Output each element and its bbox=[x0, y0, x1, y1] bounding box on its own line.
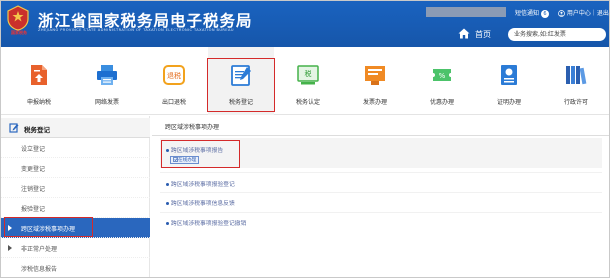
divider bbox=[160, 192, 602, 193]
tax-declaration-icon bbox=[31, 65, 47, 85]
tax-certification-icon: 税 bbox=[297, 65, 319, 85]
nav-item-online-invoice[interactable]: 网络发票 bbox=[74, 47, 140, 115]
nav-label: 证明办理 bbox=[496, 99, 521, 106]
export-rebate-icon: 退税 bbox=[163, 65, 185, 85]
sidebar-highlight-box bbox=[4, 217, 93, 237]
redacted-user-info bbox=[426, 7, 506, 17]
task-cross-region-revoke[interactable]: 跨区域涉税事项报验登记撤销 bbox=[166, 218, 246, 227]
national-emblem-icon bbox=[7, 5, 29, 31]
nav-item-certificate-handling[interactable]: 证明办理 bbox=[476, 47, 542, 115]
sidebar: 税务登记 设立登记 变更登记 注销登记 报验登记 跨区域涉税事项办理 非正常户处… bbox=[0, 116, 150, 278]
task-cross-region-feedback[interactable]: 跨区域涉税事项信息反馈 bbox=[166, 198, 235, 207]
user-center-link[interactable]: 用户中心｜退出 bbox=[558, 8, 609, 17]
sidebar-item-label: 涉税信息报告 bbox=[21, 266, 58, 273]
main-heading-bar: 跨区域涉税事项办理 bbox=[152, 118, 610, 136]
sidebar-item-label: 非正常户处理 bbox=[21, 246, 58, 253]
sidebar-header-label: 税务登记 bbox=[24, 126, 50, 134]
home-icon bbox=[458, 28, 470, 39]
nav-item-tax-declaration[interactable]: 申报纳税 bbox=[6, 47, 72, 115]
task-highlight-box bbox=[161, 140, 240, 168]
nav-label: 网络发票 bbox=[94, 99, 119, 106]
nav-label: 发票办理 bbox=[362, 99, 387, 106]
nav-label: 行政许可 bbox=[563, 99, 588, 106]
sidebar-item-label: 报验登记 bbox=[21, 206, 46, 213]
site-subtitle: ZHEJIANG PROVINCE STATE ADMINISTRATION O… bbox=[38, 28, 234, 32]
task-label: 跨区域涉税事项信息反馈 bbox=[171, 201, 235, 207]
preferential-handling-icon: % bbox=[433, 69, 451, 81]
invoice-handling-icon bbox=[365, 66, 385, 85]
user-center-label: 用户中心｜退出 bbox=[566, 10, 609, 17]
svg-text:%: % bbox=[439, 72, 446, 80]
svg-text:税: 税 bbox=[305, 69, 312, 78]
online-invoice-icon bbox=[97, 65, 117, 85]
sidebar-item-tax-info-report[interactable]: 涉税信息报告 bbox=[0, 258, 150, 278]
sms-notice-label: 短信通知 bbox=[515, 10, 540, 17]
page-title: 跨区域涉税事项办理 bbox=[165, 124, 220, 131]
sidebar-item-label: 设立登记 bbox=[21, 146, 46, 153]
nav-item-tax-certification[interactable]: 税 税务认定 bbox=[275, 47, 341, 115]
task-label: 跨区域涉税事项报验登记撤销 bbox=[171, 221, 247, 227]
bullet-icon bbox=[166, 202, 169, 205]
nav-item-preferential-handling[interactable]: % 优惠办理 bbox=[409, 47, 475, 115]
sms-notice-link[interactable]: 短信通知 6 bbox=[515, 8, 550, 18]
task-label: 跨区域涉税事项报验登记 bbox=[171, 182, 235, 188]
sidebar-item-inspection-registration[interactable]: 报验登记 bbox=[0, 198, 150, 218]
sidebar-header: 税务登记 bbox=[0, 118, 150, 138]
nav-highlight-box bbox=[207, 58, 275, 112]
sidebar-item-label: 变更登记 bbox=[21, 166, 46, 173]
bullet-icon bbox=[166, 222, 169, 225]
nav-label: 税务认定 bbox=[295, 99, 320, 106]
caret-right-icon bbox=[8, 245, 12, 251]
sidebar-item-abnormal-household[interactable]: 非正常户处理 bbox=[0, 238, 150, 258]
certificate-handling-icon bbox=[501, 65, 517, 85]
svg-text:退税: 退税 bbox=[167, 71, 181, 80]
task-cross-region-inspection[interactable]: 跨区域涉税事项报验登记 bbox=[166, 179, 235, 188]
administrative-license-icon bbox=[566, 66, 587, 85]
sidebar-item-establish-registration[interactable]: 设立登记 bbox=[0, 138, 150, 158]
user-icon bbox=[558, 10, 565, 17]
search-input[interactable]: 业务搜索,如:红发票 bbox=[508, 28, 606, 41]
registration-icon bbox=[9, 123, 19, 133]
nav-label: 申报纳税 bbox=[26, 99, 51, 106]
nav-label: 优惠办理 bbox=[429, 99, 454, 106]
nav-item-administrative-license[interactable]: 行政许可 bbox=[543, 47, 609, 115]
divider bbox=[160, 212, 602, 213]
home-label: 首页 bbox=[475, 30, 491, 39]
nav-label: 出口退税 bbox=[161, 99, 186, 106]
emblem-caption: 国家税务 bbox=[11, 30, 27, 35]
main-nav: 申报纳税 网络发票 退税 出口退税 税务登记 税 税务认定 发票办理 % 优惠办… bbox=[0, 47, 610, 115]
sidebar-item-cancel-registration[interactable]: 注销登记 bbox=[0, 178, 150, 198]
nav-item-export-rebate[interactable]: 退税 出口退税 bbox=[141, 47, 207, 115]
nav-item-invoice-handling[interactable]: 发票办理 bbox=[342, 47, 408, 115]
sidebar-item-change-registration[interactable]: 变更登记 bbox=[0, 158, 150, 178]
divider bbox=[160, 172, 602, 173]
home-link[interactable]: 首页 bbox=[458, 28, 491, 40]
notice-count-badge: 6 bbox=[541, 9, 550, 18]
top-header: 国家税务 浙江省国家税务局电子税务局 ZHEJIANG PROVINCE STA… bbox=[0, 0, 610, 47]
bullet-icon bbox=[166, 183, 169, 186]
sidebar-item-label: 注销登记 bbox=[21, 186, 46, 193]
